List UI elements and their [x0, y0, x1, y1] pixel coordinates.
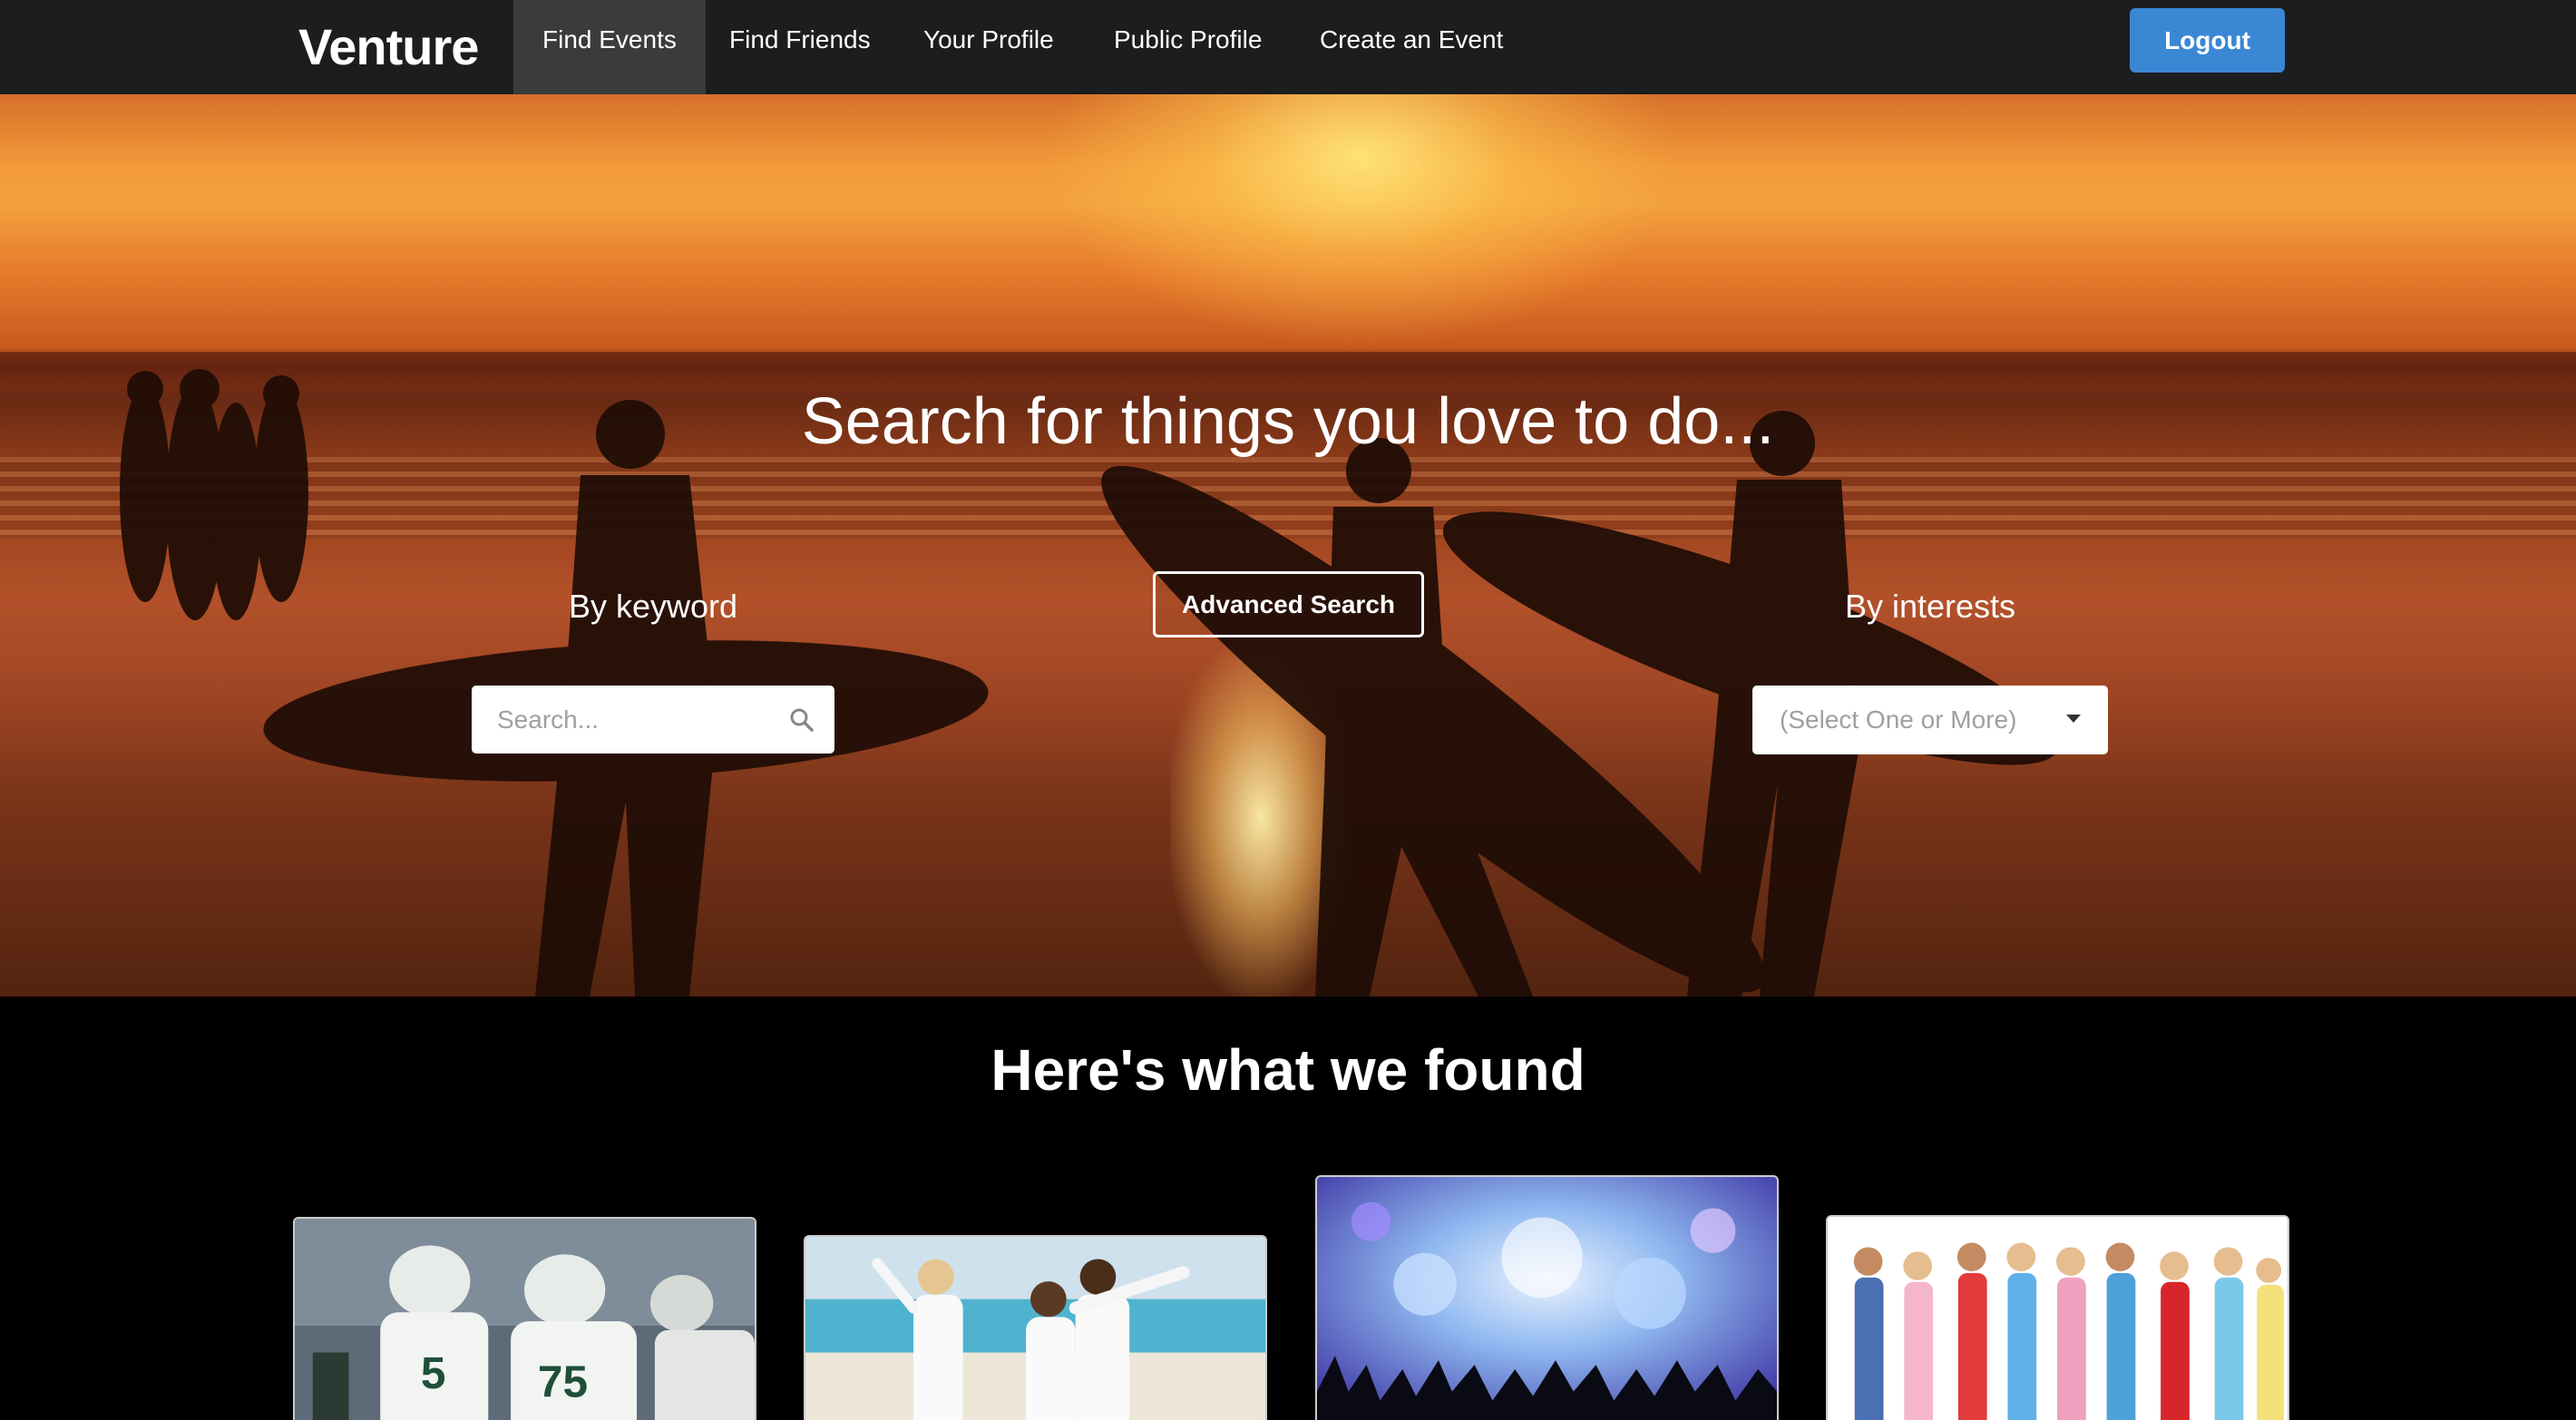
svg-text:5: 5 — [421, 1348, 446, 1398]
football-players-photo: 5 75 — [295, 1219, 755, 1420]
search-box[interactable] — [472, 686, 834, 754]
event-card-2[interactable] — [804, 1235, 1267, 1420]
caret-down-icon — [2066, 715, 2081, 723]
nav-your-profile[interactable]: Your Profile — [894, 0, 1083, 94]
event-card-3[interactable] — [1315, 1175, 1779, 1420]
surfers-silhouette-image — [120, 369, 2059, 997]
brand-logo[interactable]: Venture — [298, 7, 479, 87]
logout-button[interactable]: Logout — [2130, 8, 2285, 73]
interests-label: By interests — [1844, 588, 2016, 625]
keyword-label: By keyword — [568, 588, 738, 625]
event-card-4[interactable] — [1826, 1215, 2289, 1420]
navbar: Venture Find Events Find Friends Your Pr… — [0, 0, 2576, 94]
hero-banner: Search for things you love to do... By k… — [0, 94, 2576, 997]
interests-select-placeholder: (Select One or More) — [1780, 705, 2017, 734]
beach-friends-photo — [805, 1237, 1265, 1420]
svg-text:75: 75 — [538, 1357, 588, 1407]
results-title: Here's what we found — [990, 1037, 1586, 1103]
nav-find-friends[interactable]: Find Friends — [700, 0, 900, 94]
concert-crowd-photo — [1317, 1177, 1777, 1420]
pajama-group-photo — [1828, 1217, 2288, 1420]
advanced-search-button[interactable]: Advanced Search — [1153, 571, 1424, 637]
nav-public-profile[interactable]: Public Profile — [1085, 0, 1291, 94]
interests-select[interactable]: (Select One or More) — [1752, 686, 2108, 754]
search-icon[interactable] — [789, 707, 815, 733]
nav-create-event[interactable]: Create an Event — [1291, 0, 1532, 94]
nav-find-events[interactable]: Find Events — [513, 0, 706, 94]
event-card-1[interactable]: 5 75 — [293, 1217, 756, 1420]
search-input[interactable] — [497, 686, 769, 754]
hero-title: Search for things you love to do... — [801, 385, 1775, 458]
